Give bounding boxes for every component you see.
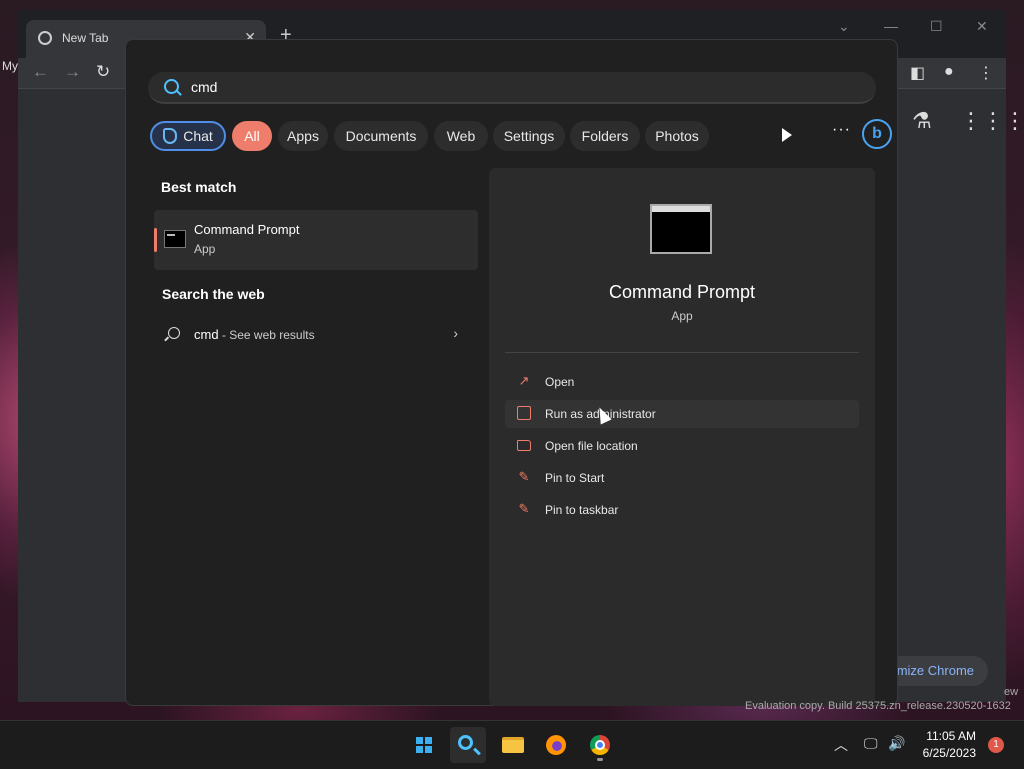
labs-flask-icon[interactable]: ⚗	[912, 108, 932, 134]
filter-documents[interactable]: Documents	[334, 121, 428, 151]
start-button[interactable]	[406, 727, 442, 763]
filter-chat[interactable]: Chat	[150, 121, 226, 151]
divider	[505, 352, 859, 353]
tab-title: New Tab	[62, 31, 109, 45]
chrome-icon	[590, 735, 610, 755]
scroll-filters-icon[interactable]	[782, 128, 792, 142]
search-web-heading: Search the web	[162, 286, 265, 302]
chrome-favicon-icon	[38, 31, 52, 45]
tab-search-icon[interactable]: ⌄	[838, 18, 850, 35]
best-match-item[interactable]: Command Prompt App	[154, 210, 478, 270]
pin-icon: ✎	[518, 469, 530, 484]
search-query[interactable]: cmd	[191, 79, 217, 95]
notification-badge[interactable]: 1	[988, 737, 1004, 753]
reload-icon[interactable]: ↻	[96, 62, 110, 82]
menu-icon[interactable]: ⋮	[978, 63, 994, 83]
taskbar-search-button[interactable]	[450, 727, 486, 763]
apps-grid-icon[interactable]: ⋮⋮⋮	[960, 108, 1024, 134]
desktop-icon-label[interactable]: My	[2, 59, 18, 73]
open-external-icon: ↗	[518, 373, 530, 388]
detail-app-type: App	[671, 309, 693, 323]
filter-all[interactable]: All	[232, 121, 272, 151]
command-prompt-large-icon	[650, 204, 712, 254]
search-icon	[164, 79, 179, 94]
search-icon	[458, 735, 473, 750]
firefox-icon	[546, 735, 566, 755]
maximize-icon[interactable]: ☐	[930, 18, 943, 35]
watermark-tail: ew	[1004, 686, 1019, 698]
taskbar-file-explorer[interactable]	[494, 727, 530, 763]
chevron-up-icon[interactable]: ︿	[834, 735, 848, 755]
taskbar: ︿ 🖵 🔊 11:05 AM 6/25/2023 1	[0, 720, 1024, 769]
best-match-type: App	[194, 242, 216, 256]
action-pin-to-taskbar[interactable]: ✎ Pin to taskbar	[505, 496, 859, 524]
best-match-name: Command Prompt	[194, 222, 300, 237]
search-panel: cmd Chat All Apps Documents Web Settings…	[125, 39, 898, 706]
pin-taskbar-icon: ✎	[518, 501, 530, 516]
web-query: cmd - See web results	[194, 327, 315, 342]
file-explorer-icon	[502, 737, 524, 753]
windows-logo-icon	[416, 737, 432, 753]
side-panel-icon[interactable]: ◧	[910, 63, 925, 83]
detail-app-name: Command Prompt	[608, 282, 756, 302]
clock-time[interactable]: 11:05 AM	[920, 729, 976, 743]
profile-icon[interactable]: ●	[944, 63, 954, 81]
clock-date[interactable]: 6/25/2023	[916, 746, 976, 760]
command-prompt-icon	[164, 230, 186, 248]
action-run-as-administrator[interactable]: Run as administrator	[505, 400, 859, 428]
evaluation-watermark: Evaluation copy. Build 25375.zn_release.…	[745, 700, 1011, 712]
search-input[interactable]: cmd	[148, 72, 876, 104]
network-icon[interactable]: 🖵	[864, 735, 878, 752]
running-indicator	[597, 758, 603, 761]
web-search-item[interactable]: cmd - See web results ›	[154, 320, 478, 350]
volume-icon[interactable]: 🔊	[888, 735, 905, 752]
action-open-file-location[interactable]: Open file location	[505, 432, 859, 460]
action-pin-to-start[interactable]: ✎ Pin to Start	[505, 464, 859, 492]
taskbar-chrome[interactable]	[582, 727, 618, 763]
back-icon[interactable]: ←	[32, 62, 49, 82]
bing-icon[interactable]: b	[862, 119, 892, 149]
filter-settings[interactable]: Settings	[493, 121, 565, 151]
more-options-icon[interactable]: ···	[832, 121, 851, 139]
shield-admin-icon	[517, 406, 531, 420]
filter-folders[interactable]: Folders	[570, 121, 640, 151]
forward-icon[interactable]: →	[64, 62, 81, 82]
detail-pane: Command Prompt App ↗ Open Run as adminis…	[489, 168, 875, 706]
filter-web[interactable]: Web	[434, 121, 488, 151]
bing-chat-icon	[163, 128, 178, 144]
filter-apps[interactable]: Apps	[278, 121, 328, 151]
taskbar-firefox[interactable]	[538, 727, 574, 763]
close-window-icon[interactable]: ✕	[976, 18, 988, 35]
minimize-icon[interactable]: —	[884, 18, 898, 34]
folder-icon	[517, 440, 531, 451]
filter-photos[interactable]: Photos	[645, 121, 709, 151]
best-match-heading: Best match	[161, 179, 237, 195]
web-search-icon	[168, 327, 180, 339]
action-open[interactable]: ↗ Open	[505, 368, 859, 396]
chevron-right-icon: ›	[453, 325, 458, 341]
